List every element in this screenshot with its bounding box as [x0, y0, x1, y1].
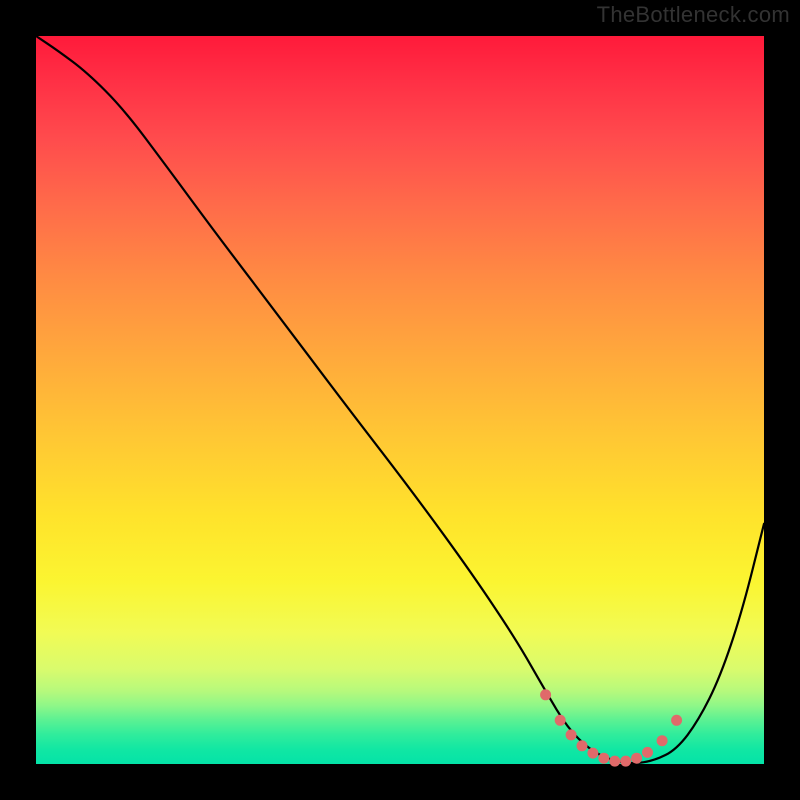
optimal-dot: [609, 756, 620, 767]
optimal-dot: [620, 756, 631, 767]
plot-area: [36, 36, 764, 764]
optimal-dot: [598, 753, 609, 764]
optimal-dot: [631, 753, 642, 764]
optimal-dot: [642, 747, 653, 758]
optimal-dot: [587, 748, 598, 759]
optimal-dot: [540, 689, 551, 700]
bottleneck-curve: [36, 36, 764, 763]
chart-frame: TheBottleneck.com: [0, 0, 800, 800]
optimal-dot: [577, 740, 588, 751]
watermark-text: TheBottleneck.com: [597, 2, 790, 28]
optimal-dot: [566, 729, 577, 740]
optimal-dot: [657, 735, 668, 746]
optimal-range-dots: [540, 689, 682, 766]
curve-svg: [36, 36, 764, 764]
optimal-dot: [671, 715, 682, 726]
optimal-dot: [555, 715, 566, 726]
